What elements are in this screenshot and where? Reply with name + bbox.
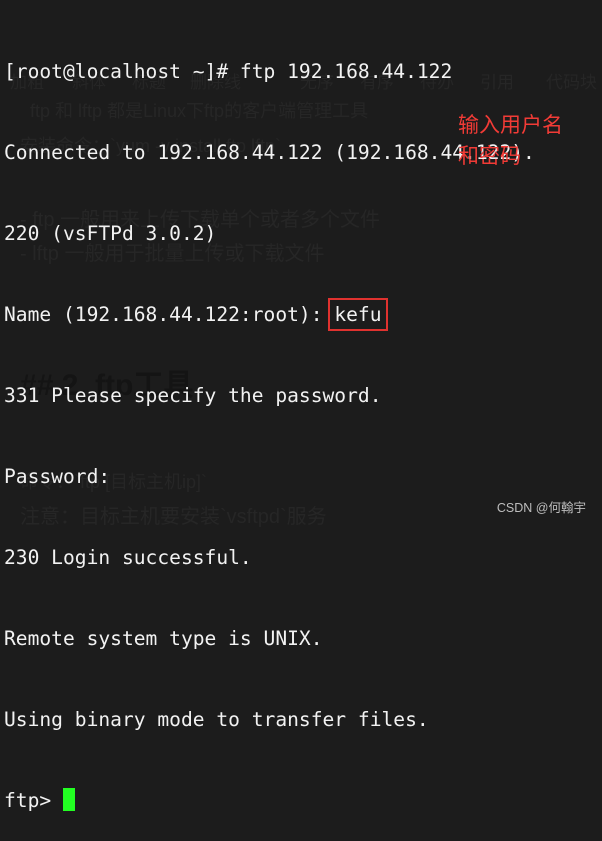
terminal-line: Password:: [4, 465, 111, 488]
terminal-line: Using binary mode to transfer files.: [4, 708, 429, 731]
terminal-line: [root@localhost ~]# ftp 192.168.44.122: [4, 60, 453, 83]
terminal-line: Name (192.168.44.122:root): kefu: [4, 298, 535, 331]
terminal-prompt-line[interactable]: ftp>: [4, 787, 535, 814]
annotation-line: 输入用户名: [458, 113, 563, 137]
ftp-prompt: ftp>: [4, 789, 63, 812]
terminal-line: 331 Please specify the password.: [4, 384, 382, 407]
name-prompt: Name (192.168.44.122:root):: [4, 303, 335, 326]
toolbar-codeblock: 代码块: [546, 73, 597, 92]
annotation: 输入用户名 和密码: [458, 110, 563, 172]
terminal-line: Connected to 192.168.44.122 (192.168.44.…: [4, 141, 535, 164]
annotation-line: 和密码: [458, 144, 521, 168]
terminal-line: 220 (vsFTPd 3.0.2): [4, 222, 217, 245]
terminal-line: 230 Login successful.: [4, 546, 252, 569]
terminal-line: Remote system type is UNIX.: [4, 627, 323, 650]
terminal-output: [root@localhost ~]# ftp 192.168.44.122 C…: [4, 4, 535, 841]
watermark: CSDN @何翰宇: [496, 501, 586, 515]
terminal-cursor: [62, 788, 75, 811]
username-highlight: kefu: [328, 298, 388, 331]
